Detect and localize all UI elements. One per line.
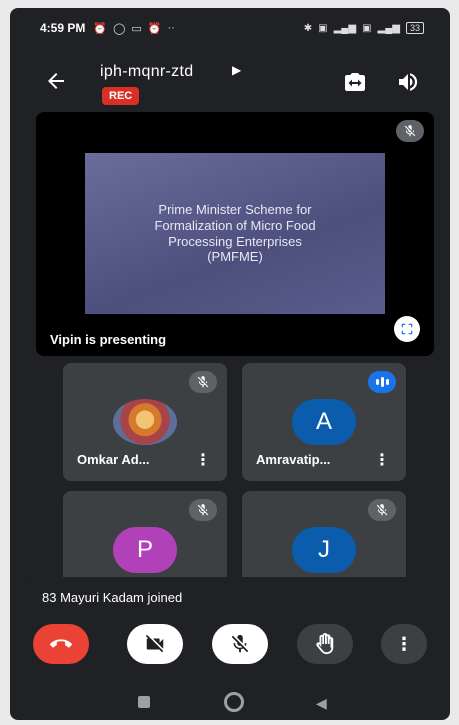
participant-avatar: P — [113, 527, 177, 573]
participant-photo-avatar — [113, 399, 177, 445]
avatar-initial: P — [136, 536, 153, 563]
participant-avatar: J — [292, 527, 356, 573]
signal-icon: ▂▄▆ — [377, 22, 400, 34]
messages-icon: ▭ — [131, 22, 142, 35]
volte-icon: ▣ — [318, 22, 328, 34]
signal-4g-icon: ▂▄▆ — [333, 22, 357, 34]
participant-tile[interactable]: Omkar Ad... ⋮ — [63, 363, 227, 481]
participant-avatar: A — [292, 399, 356, 445]
end-call-icon — [50, 639, 72, 648]
battery-icon: 33 — [405, 22, 424, 34]
avatar-initial: J — [318, 536, 330, 563]
call-controls: ⋮ — [10, 624, 450, 672]
raise-hand-button[interactable] — [297, 624, 353, 664]
meeting-header: iph-mqnr-ztd ▶ REC — [10, 53, 450, 113]
fullscreen-icon — [401, 323, 413, 335]
status-indicators: ✱ ▣ ▂▄▆ ▣ ▂▄▆ 33 — [304, 22, 424, 34]
more-options-button[interactable]: ⋮ — [381, 624, 427, 664]
participant-name: Amravatip... — [256, 452, 331, 467]
mic-off-icon — [368, 499, 396, 521]
slide-title: Prime Minister Scheme for Formalization … — [154, 202, 316, 265]
more-options-icon: ⋮ — [395, 633, 413, 654]
caret-right-icon[interactable]: ▶ — [232, 63, 241, 77]
avatar-initial: A — [315, 408, 332, 435]
whatsapp-icon: ◯ — [113, 22, 126, 35]
participant-tile[interactable]: J — [242, 491, 406, 577]
back-nav-button[interactable]: ◀ — [316, 695, 327, 712]
status-bar: 4:59 PM ⏰ ◯ ▭ ⏰ ·· ✱ ▣ ▂▄▆ ▣ ▂▄▆ 33 — [10, 8, 450, 48]
bluetooth-icon: ✱ — [303, 22, 313, 34]
presentation-slide: Prime Minister Scheme for Formalization … — [85, 153, 385, 314]
alarm-icon: ⏰ — [147, 22, 162, 35]
back-arrow-icon[interactable] — [44, 69, 68, 93]
status-time: 4:59 PM — [40, 21, 86, 35]
join-notification: 83 Mayuri Kadam joined — [26, 577, 434, 617]
raise-hand-icon — [316, 633, 334, 655]
phone-screen: 4:59 PM ⏰ ◯ ▭ ⏰ ·· ✱ ▣ ▂▄▆ ▣ ▂▄▆ 33 iph-… — [10, 8, 450, 720]
end-call-button[interactable] — [33, 624, 89, 664]
presenter-label: Vipin is presenting — [50, 332, 167, 347]
participant-tile[interactable]: P — [63, 491, 227, 577]
meeting-code[interactable]: iph-mqnr-ztd — [100, 63, 193, 81]
switch-camera-icon[interactable] — [343, 70, 367, 94]
mic-toggle-button[interactable] — [212, 624, 268, 664]
home-nav-button[interactable] — [224, 692, 244, 712]
alarm-icon: ⏰ — [93, 22, 108, 35]
fullscreen-button[interactable] — [394, 316, 420, 342]
mic-off-icon — [189, 499, 217, 521]
join-notification-text: 83 Mayuri Kadam joined — [42, 589, 183, 605]
more-options-icon[interactable]: ⋮ — [195, 453, 211, 469]
speaker-icon[interactable] — [396, 70, 420, 94]
volte-icon: ▣ — [362, 22, 372, 34]
mic-off-icon — [231, 634, 249, 653]
presentation-tile[interactable]: Prime Minister Scheme for Formalization … — [36, 112, 434, 356]
more-options-icon[interactable]: ⋮ — [374, 453, 390, 469]
mic-off-icon — [396, 120, 424, 142]
more-dots: ·· — [167, 21, 175, 34]
camera-toggle-button[interactable] — [127, 624, 183, 664]
participant-name: Omkar Ad... — [77, 452, 150, 467]
mic-off-icon — [189, 371, 217, 393]
recording-badge: REC — [102, 87, 140, 105]
participant-tile[interactable]: A Amravatip... ⋮ — [242, 363, 406, 481]
recents-nav-button[interactable] — [138, 696, 150, 708]
android-nav-bar: ◀ — [10, 686, 450, 720]
camera-off-icon — [145, 634, 164, 653]
notification-icons: ⏰ ◯ ▭ ⏰ ·· — [93, 22, 174, 35]
speaking-indicator-icon — [368, 371, 396, 393]
